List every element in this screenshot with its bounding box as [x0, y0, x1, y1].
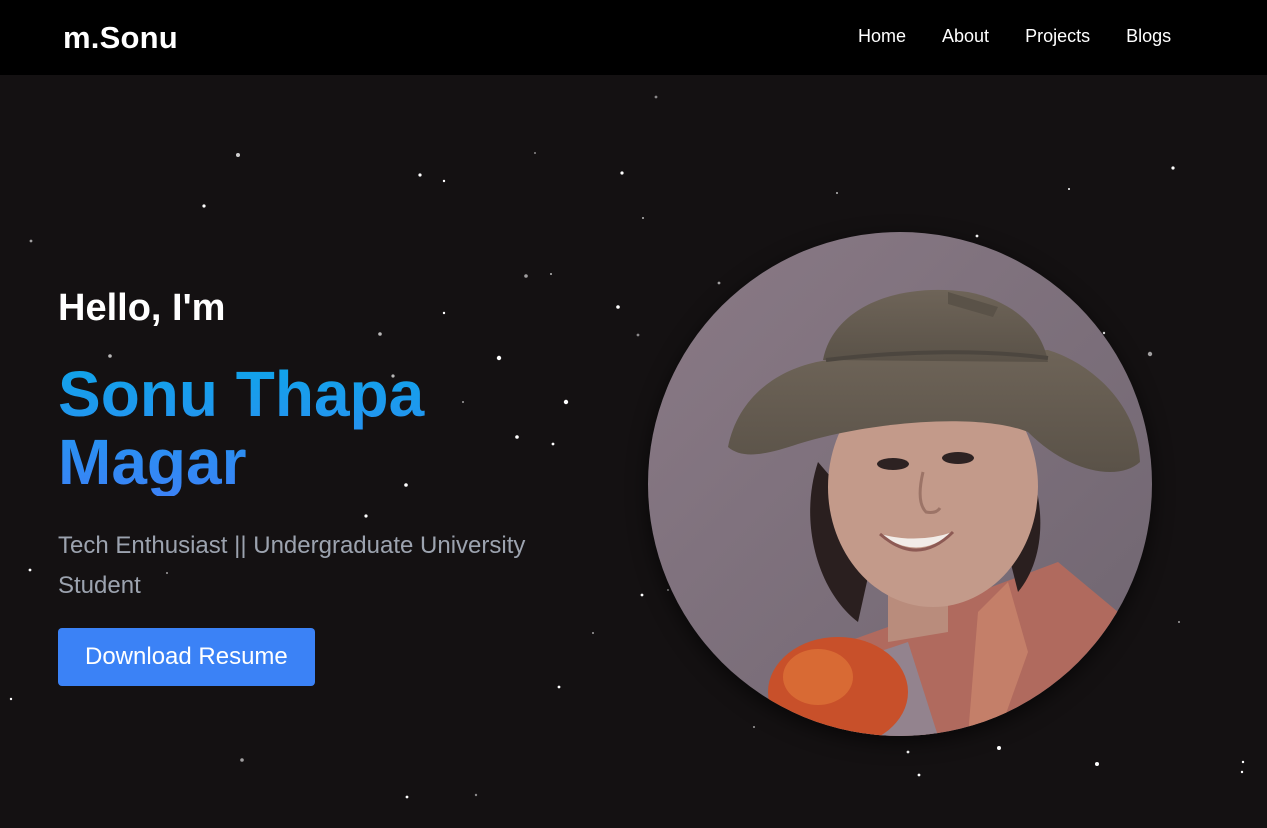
nav-link-about[interactable]: About: [942, 22, 989, 50]
hero-tagline: Tech Enthusiast || Undergraduate Univers…: [58, 532, 526, 599]
nav-link-projects[interactable]: Projects: [1025, 22, 1090, 50]
profile-photo-image: [648, 232, 1152, 736]
hero-greeting: Hello, I'm: [58, 287, 226, 329]
navbar: m.Sonu Home About Projects Blogs: [0, 0, 1267, 75]
page: m.Sonu Home About Projects Blogs Hello, …: [0, 0, 1267, 828]
nav-link-blogs[interactable]: Blogs: [1126, 22, 1171, 50]
hero-name: Sonu Thapa Magar: [58, 360, 598, 496]
download-resume-button[interactable]: Download Resume: [58, 628, 315, 686]
profile-photo: [648, 232, 1152, 736]
brand-logo[interactable]: m.Sonu: [63, 18, 178, 58]
nav-links: Home About Projects Blogs: [858, 22, 1171, 50]
nav-link-home[interactable]: Home: [858, 22, 906, 50]
hero-intro: Hello, I'm Sonu Thapa Magar Tech Enthusi…: [58, 282, 598, 686]
